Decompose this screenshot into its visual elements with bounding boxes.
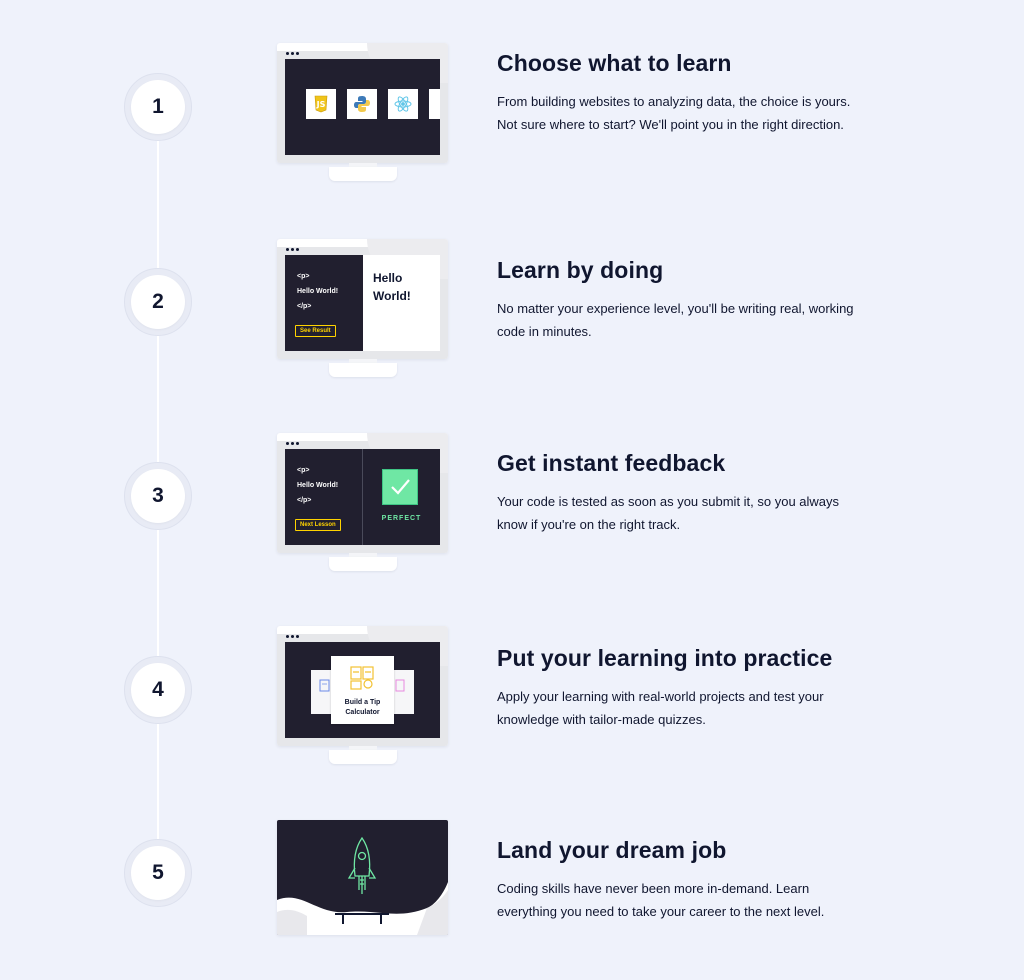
result-preview: Hello World! [363,255,440,351]
window-dots-icon [286,52,299,55]
step-description: No matter your experience level, you'll … [497,300,854,339]
code-line: <p> [297,273,310,280]
checkmark-icon [382,469,418,505]
step-number: 2 [131,275,185,329]
language-tiles: JS [285,89,440,123]
result-line: World! [373,289,411,303]
code-line: <p> [297,467,310,474]
monitor-stand [329,167,397,181]
monitor-stand [329,750,397,764]
step-2-monitor-illustration: <p> Hello World! </p> See Result Hello W… [277,239,448,379]
monitor-screen: <p> Hello World! </p> Next Lesson PERFEC… [285,449,440,545]
step-3-monitor-illustration: <p> Hello World! </p> Next Lesson PERFEC… [277,433,448,573]
step-2-text: Learn by doing No matter your experience… [497,257,867,343]
step-3-text: Get instant feedback Your code is tested… [497,450,867,536]
step-5-text: Land your dream job Coding skills have n… [497,837,867,923]
code-editor: <p> Hello World! </p> Next Lesson [285,449,363,545]
monitor-screen: Build a Tip Calculator [285,642,440,738]
code-line: </p> [297,303,312,310]
code-line: </p> [297,497,312,504]
step-1-text: Choose what to learn From building websi… [497,50,867,136]
python-logo-icon [347,89,377,119]
monitor-frame: Build a Tip Calculator [277,626,448,746]
step-number: 4 [131,663,185,717]
monitor-stand [329,557,397,571]
step-title: Get instant feedback [497,450,726,476]
window-dots-icon [286,248,299,251]
js-logo-icon: JS [306,89,336,119]
step-number: 1 [131,80,185,134]
step-2-circle: 2 [124,268,192,336]
svg-text:JS: JS [316,100,326,109]
step-3-circle: 3 [124,462,192,530]
monitor-screen: <p> Hello World! </p> See Result Hello W… [285,255,440,351]
step-description: Your code is tested as soon as you submi… [497,493,840,532]
monitor-screen: JS [285,59,440,155]
calculator-icon [350,666,374,690]
step-5-rocket-illustration [277,820,448,935]
step-title: Learn by doing [497,257,664,283]
step-number: 5 [131,846,185,900]
window-dots-icon [286,442,299,445]
window-dots-icon [286,635,299,638]
step-4-circle: 4 [124,656,192,724]
react-logo-icon [388,89,418,119]
step-title: Land your dream job [497,837,727,863]
step-description: Coding skills have never been more in-de… [497,880,825,919]
monitor-frame: <p> Hello World! </p> See Result Hello W… [277,239,448,359]
monitor-frame: <p> Hello World! </p> Next Lesson PERFEC… [277,433,448,553]
code-editor: <p> Hello World! </p> See Result [285,255,363,351]
perfect-status: PERFECT [381,515,422,522]
step-description: Apply your learning with real-world proj… [497,688,824,727]
next-lesson-button: Next Lesson [295,519,341,531]
step-number: 3 [131,469,185,523]
result-line: Hello [373,271,403,285]
step-4-monitor-illustration: Build a Tip Calculator [277,626,448,766]
step-1-monitor-illustration: JS [277,43,448,183]
step-title: Choose what to learn [497,50,732,76]
step-1-circle: 1 [124,73,192,141]
monitor-stand [329,363,397,377]
rocket-icon [347,836,377,894]
step-title: Put your learning into practice [497,645,833,671]
step-description: From building websites to analyzing data… [497,93,851,132]
project-card: Build a Tip Calculator [331,656,394,724]
monitor-frame: JS [277,43,448,163]
code-line: Hello World! [297,288,339,295]
see-result-button: See Result [295,325,336,337]
step-4-text: Put your learning into practice Apply yo… [497,645,867,731]
step-5-circle: 5 [124,839,192,907]
project-title: Build a Tip Calculator [344,699,381,716]
code-line: Hello World! [297,482,339,489]
